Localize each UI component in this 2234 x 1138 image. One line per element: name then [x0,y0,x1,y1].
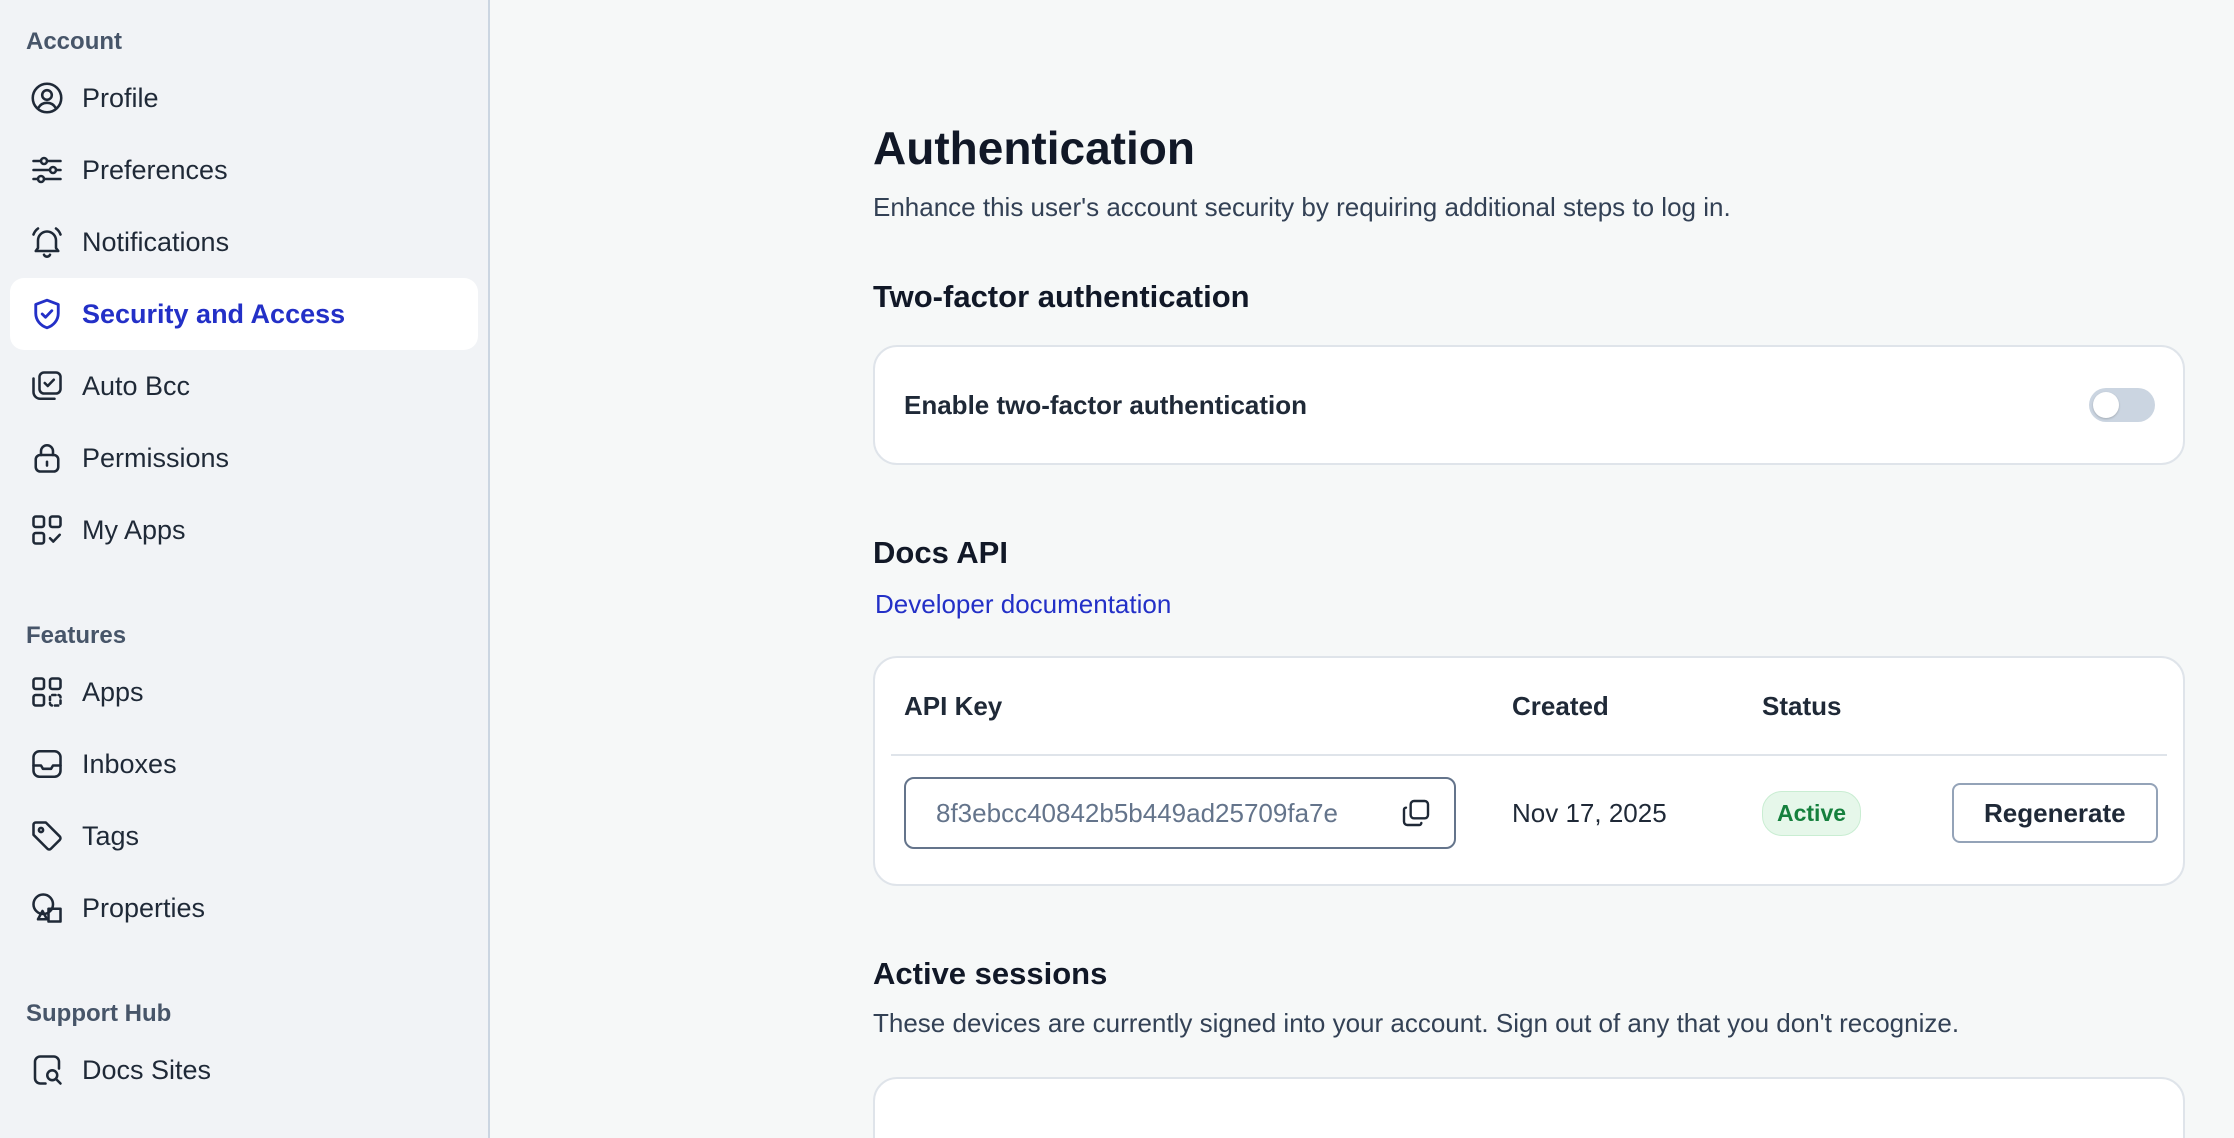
settings-sidebar: Account Profile Preferences Notification… [0,0,490,1138]
api-key-created-date: Nov 17, 2025 [1512,797,1667,828]
sidebar-item-label: Permissions [82,442,230,473]
app-root: Account Profile Preferences Notification… [0,0,2234,1138]
bell-icon [28,223,66,261]
active-sessions-description: These devices are currently signed into … [873,1008,1960,1038]
sidebar-section-title-account: Account [26,28,122,55]
twofa-card: Enable two-factor authentication [873,345,2185,465]
sidebar-item-label: Properties [82,892,206,923]
sidebar-item-notifications[interactable]: Notifications [10,206,478,278]
security-content: Authentication Enhance this user's accou… [873,118,2185,1138]
sidebar-item-label: Auto Bcc [82,370,191,401]
sidebar-item-my-apps[interactable]: My Apps [10,494,478,566]
sidebar-item-label: Tags [82,820,140,851]
sidebar-item-auto-bcc[interactable]: Auto Bcc [10,350,478,422]
shield-check-icon [28,295,66,333]
api-key-card: API Key Created Status 8f3ebcc40842b5b44… [873,656,2185,886]
status-badge: Active [1762,790,1862,836]
apps-grid-icon [28,673,66,711]
sliders-icon [28,151,66,189]
page-title: Authentication [873,122,1195,174]
twofa-heading: Two-factor authentication [873,279,1250,314]
doc-search-icon [28,1051,66,1089]
sidebar-item-profile[interactable]: Profile [10,62,478,134]
sidebar-item-label: Docs Sites [82,1054,212,1085]
copy-icon[interactable] [1400,797,1432,829]
sidebar-item-label: My Apps [82,514,186,545]
page-subtitle: Enhance this user's account security by … [873,192,1731,222]
sidebar-section-title-features: Features [26,622,127,649]
lock-icon [28,439,66,477]
sidebar-item-apps[interactable]: Apps [10,656,478,728]
developer-documentation-link[interactable]: Developer documentation [875,589,1171,620]
user-circle-icon [28,79,66,117]
column-header-api-key: API Key [904,690,1003,721]
copy-check-icon [28,367,66,405]
table-row: 8f3ebcc40842b5b449ad25709fa7e Nov 17, 20… [875,756,2183,870]
sidebar-item-label: Security and Access [82,298,346,329]
inbox-icon [28,745,66,783]
apps-check-icon [28,511,66,549]
active-sessions-heading: Active sessions [873,956,1108,991]
sidebar-item-label: Preferences [82,154,228,185]
settings-main: Authentication Enhance this user's accou… [490,0,2234,1138]
sidebar-item-inboxes[interactable]: Inboxes [10,728,478,800]
api-key-value: 8f3ebcc40842b5b449ad25709fa7e [936,797,1338,828]
sidebar-item-label: Apps [82,676,144,707]
shapes-icon [28,889,66,927]
sidebar-item-docs-sites[interactable]: Docs Sites [10,1034,478,1106]
api-key-field[interactable]: 8f3ebcc40842b5b449ad25709fa7e [904,777,1456,849]
sidebar-item-preferences[interactable]: Preferences [10,134,478,206]
column-header-created: Created [1512,690,1609,721]
twofa-toggle[interactable] [2089,388,2155,422]
sessions-card [873,1077,2185,1138]
sidebar-section-title-support-hub: Support Hub [26,1000,172,1027]
toggle-knob [2093,392,2119,418]
status-cell: Active [1762,790,1952,836]
regenerate-button[interactable]: Regenerate [1952,783,2158,843]
api-table-header: API Key Created Status [875,658,2183,754]
sidebar-item-label: Profile [82,82,159,113]
sidebar-item-label: Inboxes [82,748,177,779]
docs-api-heading: Docs API [873,535,1008,570]
sidebar-item-permissions[interactable]: Permissions [10,422,478,494]
tag-icon [28,817,66,855]
sidebar-item-label: Notifications [82,226,230,257]
twofa-label: Enable two-factor authentication [904,389,1308,420]
sidebar-item-tags[interactable]: Tags [10,800,478,872]
sidebar-item-security-and-access[interactable]: Security and Access [10,278,478,350]
sidebar-item-properties[interactable]: Properties [10,872,478,944]
column-header-status: Status [1762,690,1842,721]
